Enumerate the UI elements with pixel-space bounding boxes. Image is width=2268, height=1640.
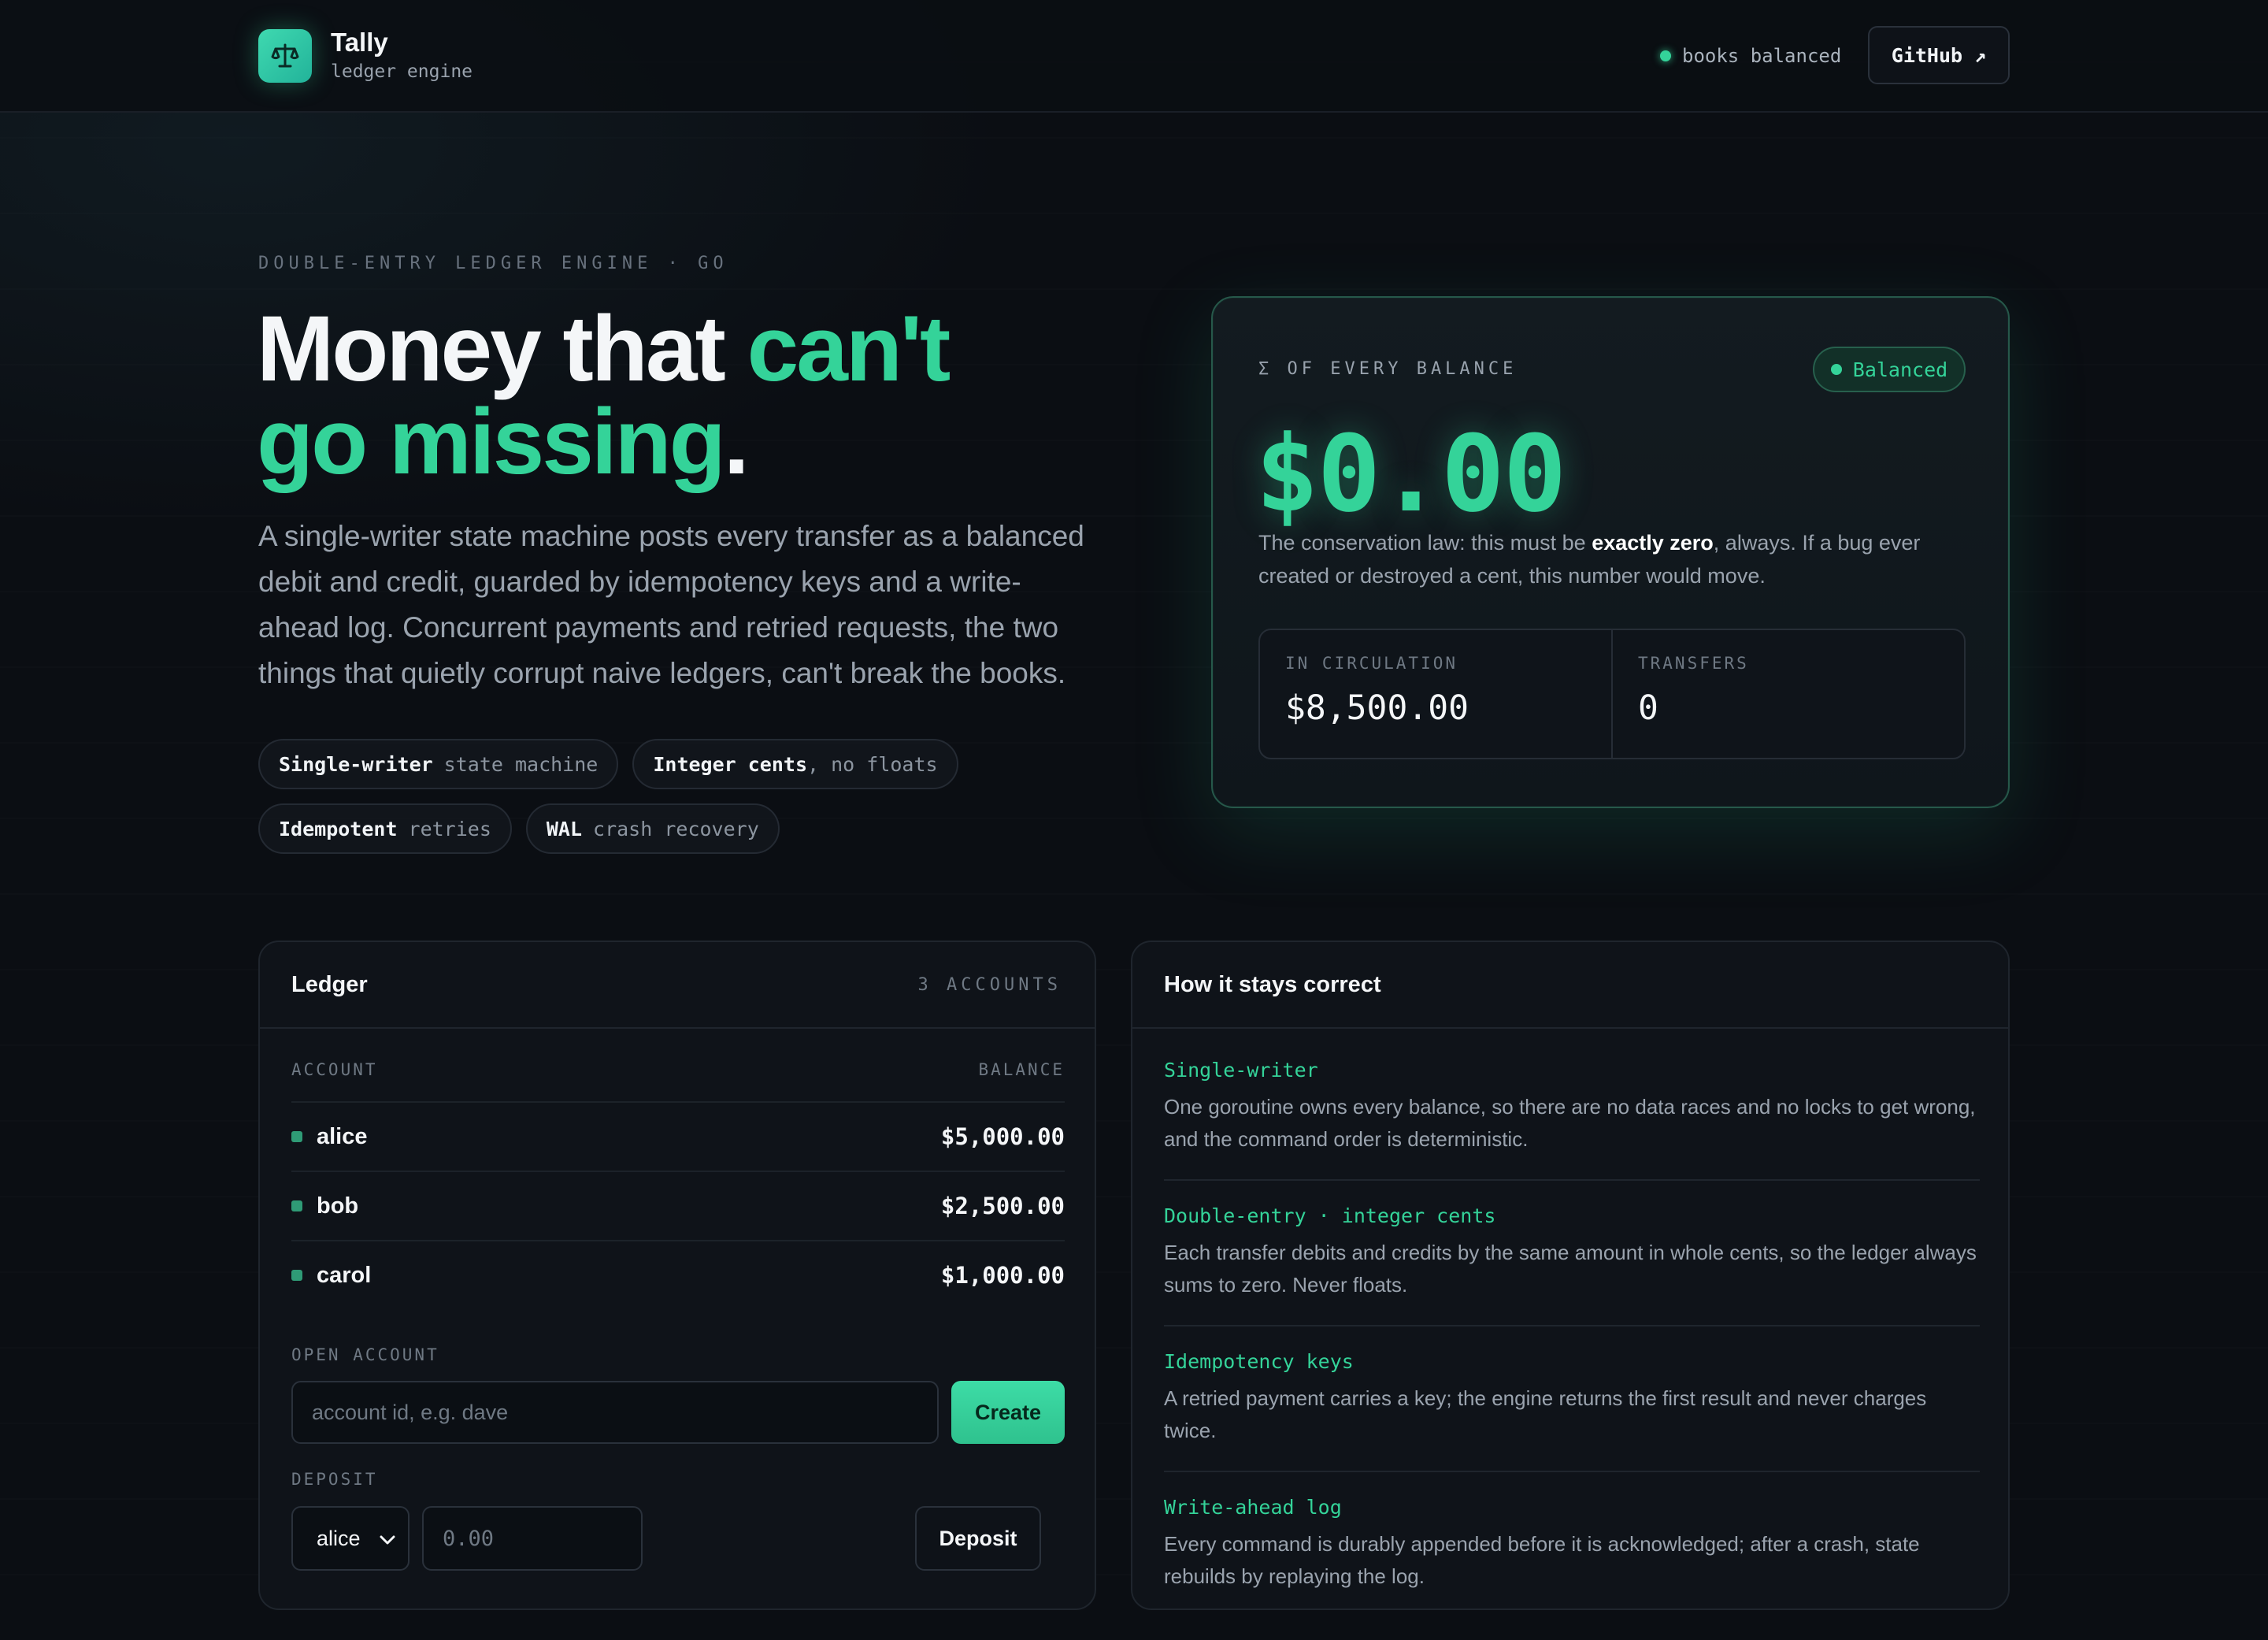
- rule-title: Double-entry · integer cents: [1164, 1204, 1496, 1227]
- account-dot-icon: [291, 1270, 302, 1281]
- badge-dot-icon: [1830, 364, 1842, 375]
- rules-list: Single-writer One goroutine owns every b…: [1164, 1059, 1980, 1640]
- account-balance: $5,000.00: [940, 1123, 1065, 1150]
- create-label: Create: [974, 1400, 1042, 1424]
- account-dot-icon: [291, 1200, 302, 1211]
- col-account: ACCOUNT: [291, 1060, 378, 1079]
- scale-icon: [258, 29, 312, 83]
- brand-subtitle: ledger engine: [331, 61, 473, 82]
- account-name: alice: [317, 1123, 368, 1149]
- table-row[interactable]: bob $2,500.00: [291, 1171, 1065, 1240]
- hero-title: Money that can't go missing.: [257, 302, 1162, 488]
- ledger-header: Ledger 3 ACCOUNTS: [260, 942, 1095, 1029]
- brand[interactable]: Tally ledger engine: [258, 28, 472, 84]
- chip-idempotent: Idempotent retries: [258, 803, 512, 854]
- chip-wal: WAL crash recovery: [525, 803, 780, 854]
- stat-in-circulation: IN CIRCULATION $8,500.00: [1260, 630, 1611, 758]
- rule-body: A retried payment carries a key; the eng…: [1164, 1386, 1927, 1442]
- ledger-panel: Ledger 3 ACCOUNTS ACCOUNT BALANCE alice …: [258, 941, 1096, 1610]
- account-dot-icon: [291, 1131, 302, 1142]
- top-bar: Tally ledger engine books balanced GitHu…: [0, 0, 2268, 113]
- table-row[interactable]: alice $5,000.00: [291, 1101, 1065, 1171]
- chevron-down-icon: [380, 1527, 395, 1551]
- chip-integer-cents: Integer cents, no floats: [632, 739, 958, 789]
- stat-transfers: TRANSFERS 0: [1611, 630, 1964, 758]
- status-text: books balanced: [1682, 45, 1842, 67]
- stat-label: TRANSFERS: [1638, 654, 1749, 673]
- list-item: Write-ahead log Every command is durably…: [1164, 1496, 1980, 1616]
- books-status: books balanced: [1651, 38, 1849, 74]
- ledger-rows: alice $5,000.00 bob $2,500.00 carol $1,0…: [291, 1101, 1065, 1309]
- rule-title: Single-writer: [1164, 1059, 1318, 1082]
- rule-body: Each transfer debits and credits by the …: [1164, 1241, 1977, 1297]
- how-it-works-panel: How it stays correct Single-writer One g…: [1131, 941, 2010, 1610]
- selected-account: alice: [317, 1526, 361, 1550]
- account-balance: $2,500.00: [940, 1193, 1065, 1219]
- how-it-works-title: How it stays correct: [1164, 971, 1381, 997]
- deposit-amount-input[interactable]: 0.00: [422, 1506, 643, 1571]
- deposit-account-select[interactable]: alice: [291, 1506, 410, 1571]
- balance-card: Σ OF EVERY BALANCE Balanced $0.00 The co…: [1211, 296, 2010, 808]
- balanced-badge: Balanced: [1813, 347, 1966, 392]
- stat-value: 0: [1638, 688, 1658, 728]
- brand-name: Tally: [331, 28, 388, 57]
- stat-value: $8,500.00: [1285, 688, 1469, 728]
- hero-description: A single-writer state machine posts ever…: [258, 520, 1084, 689]
- github-button[interactable]: GitHub ↗: [1868, 26, 2010, 84]
- hero-title-accent2: go missing: [257, 390, 726, 494]
- account-name: bob: [317, 1193, 359, 1219]
- account-balance: $1,000.00: [940, 1262, 1065, 1289]
- hero-eyebrow: DOUBLE-ENTRY LEDGER ENGINE · GO: [258, 254, 728, 273]
- ledger-title: Ledger: [291, 971, 368, 997]
- hero-title-end: .: [723, 390, 750, 494]
- hero-title-part1: Money that: [257, 297, 747, 401]
- deposit-amount-placeholder: 0.00: [443, 1526, 495, 1551]
- balance-amount: $0.00: [1255, 413, 1566, 536]
- account-name: carol: [317, 1262, 372, 1288]
- deposit-button[interactable]: Deposit: [915, 1506, 1041, 1571]
- deposit-label: DEPOSIT: [291, 1470, 378, 1489]
- feature-chips: Single-writer state machine Integer cents…: [258, 739, 1085, 854]
- rule-body: One goroutine owns every balance, so the…: [1164, 1095, 1976, 1151]
- create-account-button[interactable]: Create: [951, 1381, 1065, 1444]
- list-item: Single-writer One goroutine owns every b…: [1164, 1059, 1980, 1181]
- rule-title: Write-ahead log: [1164, 1496, 1342, 1519]
- account-id-input[interactable]: account id, e.g. dave: [291, 1381, 939, 1444]
- balance-stats: IN CIRCULATION $8,500.00 TRANSFERS 0: [1258, 629, 1966, 759]
- chip-single-writer: Single-writer state machine: [258, 739, 619, 789]
- rule-body: Every command is durably appended before…: [1164, 1532, 1920, 1588]
- account-id-placeholder: account id, e.g. dave: [312, 1400, 509, 1424]
- list-item: Double-entry · integer cents Each transf…: [1164, 1204, 1980, 1326]
- balance-note: The conservation law: this must be exact…: [1258, 531, 1921, 588]
- balance-label: Σ OF EVERY BALANCE: [1258, 359, 1518, 379]
- rule-title: Idempotency keys: [1164, 1350, 1354, 1373]
- badge-text: Balanced: [1852, 358, 1948, 381]
- ledger-table-header: ACCOUNT BALANCE: [291, 1060, 1065, 1079]
- col-balance: BALANCE: [978, 1060, 1065, 1079]
- hero-title-accent1: can't: [747, 297, 951, 401]
- table-row[interactable]: carol $1,000.00: [291, 1240, 1065, 1309]
- stat-label: IN CIRCULATION: [1285, 654, 1458, 673]
- github-label: GitHub ↗: [1891, 43, 1987, 67]
- open-account-label: OPEN ACCOUNT: [291, 1345, 439, 1364]
- status-dot-icon: [1660, 50, 1671, 61]
- list-item: Idempotency keys A retried payment carri…: [1164, 1350, 1980, 1472]
- how-it-works-header: How it stays correct: [1132, 942, 2008, 1029]
- account-count: 3 ACCOUNTS: [917, 974, 1062, 995]
- deposit-button-label: Deposit: [939, 1526, 1017, 1550]
